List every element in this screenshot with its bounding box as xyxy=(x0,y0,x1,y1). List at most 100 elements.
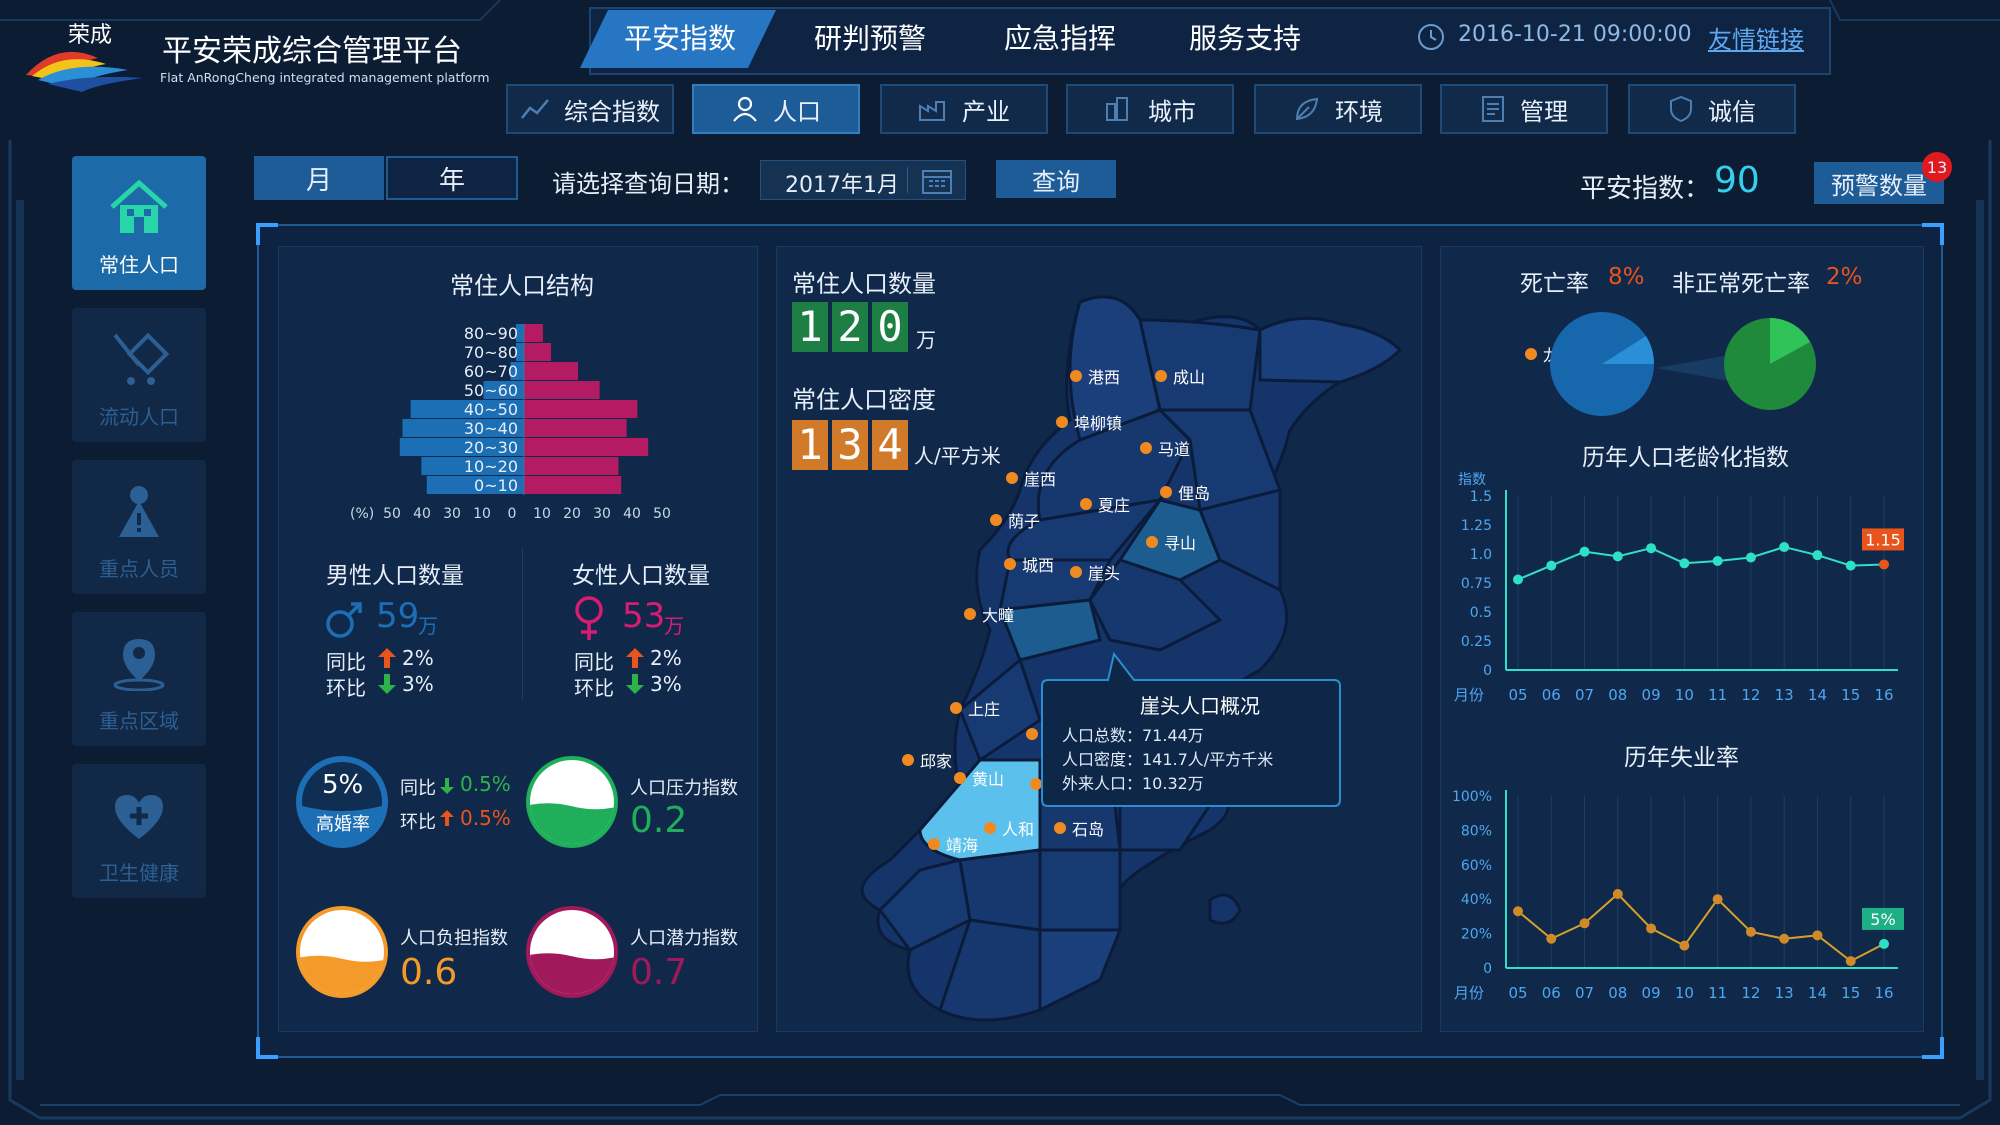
tab-year[interactable]: 年 xyxy=(386,156,518,200)
subtab-environment[interactable]: 环境 xyxy=(1254,84,1422,134)
subtab-label: 产业 xyxy=(962,97,1010,126)
subtab-industry[interactable]: 产业 xyxy=(880,84,1048,134)
chart-y-tick: 100% xyxy=(1452,789,1492,805)
potential-index-value: 0.7 xyxy=(630,952,688,993)
male-mom-label: 环比 xyxy=(326,676,366,700)
map-town[interactable]: 大疃 xyxy=(964,602,1014,626)
marriage-mom-label: 环比 xyxy=(400,812,436,833)
death-rate-label: 死亡率 xyxy=(1520,271,1589,297)
chart-x-tick: 05 xyxy=(1508,984,1527,1002)
subtab-label: 诚信 xyxy=(1708,97,1756,126)
map-town-label: 崖西 xyxy=(1024,470,1057,489)
luggage-icon xyxy=(113,332,169,385)
safety-index-label: 平安指数： xyxy=(1580,174,1711,204)
subtab-composite-index[interactable]: 综合指数 xyxy=(506,84,674,134)
map-town[interactable]: 埠柳镇 xyxy=(1056,410,1122,434)
map-town[interactable]: 俚岛 xyxy=(1160,480,1210,504)
chart-point xyxy=(1745,926,1756,937)
chart-point xyxy=(1612,551,1623,562)
map-town[interactable]: 马道 xyxy=(1140,436,1190,460)
map-town-dot xyxy=(1140,442,1152,454)
subtab-credit[interactable]: 诚信 xyxy=(1628,84,1796,134)
chart-x-tick: 16 xyxy=(1874,984,1893,1002)
chart-y-tick: 0 xyxy=(1483,961,1492,977)
sidebar-item-key-areas[interactable]: 重点区域 xyxy=(72,612,206,746)
map-town-dot xyxy=(990,514,1002,526)
map-town[interactable]: 城西 xyxy=(1004,552,1054,576)
subtab-city[interactable]: 城市 xyxy=(1066,84,1234,134)
calendar-icon[interactable] xyxy=(921,167,953,195)
chart-x-label: 月份 xyxy=(1454,686,1484,704)
chart-y-tick: 20% xyxy=(1461,927,1492,943)
pyramid-age-label: 30~40 xyxy=(464,419,518,438)
arrow-down-icon xyxy=(440,778,454,794)
query-date-label: 请选择查询日期： xyxy=(552,170,744,198)
map-town[interactable]: 港西 xyxy=(1070,364,1120,388)
nav-tab-safety-index[interactable]: 平安指数 xyxy=(600,10,760,68)
map-town[interactable]: 靖海 xyxy=(928,832,978,856)
sidebar-item-resident-population[interactable]: 常住人口 xyxy=(72,156,206,290)
query-button[interactable]: 查询 xyxy=(996,160,1116,198)
chart-y-label: 指数 xyxy=(1458,472,1486,488)
pyramid-age-label: 80~90 xyxy=(464,324,518,343)
map-town-dot xyxy=(1155,370,1167,382)
tab-month[interactable]: 月 xyxy=(254,156,384,200)
chart-x-label: 月份 xyxy=(1454,984,1484,1002)
pyramid-tick-label: 0 xyxy=(508,506,517,522)
map-town[interactable]: 人和 xyxy=(984,816,1034,840)
map-town[interactable]: 成山 xyxy=(1155,364,1205,388)
map-town-label: 寻山 xyxy=(1164,534,1197,553)
home-icon xyxy=(110,179,168,233)
map-town[interactable]: 黄山 xyxy=(954,766,1004,790)
map-town-label: 人和 xyxy=(1002,820,1035,839)
map-town[interactable]: 寻山 xyxy=(1146,530,1196,554)
map-town[interactable]: 夏庄 xyxy=(1080,492,1130,516)
nav-tab-emergency-command[interactable]: 应急指挥 xyxy=(980,10,1140,68)
subtab-management[interactable]: 管理 xyxy=(1440,84,1608,134)
map-town-label: 夏庄 xyxy=(1098,496,1131,515)
datetime-text: 2016-10-21 09:00:00 xyxy=(1458,22,1692,47)
nav-tab-service-support[interactable]: 服务支持 xyxy=(1165,10,1325,68)
burden-index-gauge xyxy=(296,906,388,998)
heart-plus-icon xyxy=(115,795,163,839)
map-town[interactable]: 石岛 xyxy=(1054,816,1104,840)
subtab-population[interactable]: 人口 xyxy=(692,84,860,134)
male-mom-value: 3% xyxy=(402,672,434,696)
pyramid-tick-label: 10 xyxy=(533,506,551,522)
map-town-label: 靖海 xyxy=(946,836,979,855)
map-town-dot xyxy=(1070,370,1082,382)
chart-x-tick: 08 xyxy=(1608,686,1627,704)
map-town[interactable]: 上庄 xyxy=(950,696,1000,720)
pyramid-tick-label: 40 xyxy=(413,506,431,522)
chart-y-tick: 1.0 xyxy=(1470,547,1492,563)
pyramid-bar-female xyxy=(524,476,622,494)
chart-x-tick: 09 xyxy=(1642,984,1661,1002)
date-picker[interactable]: 2017年1月 xyxy=(760,160,966,200)
chart-y-tick: 40% xyxy=(1461,892,1492,908)
sidebar-item-floating-population[interactable]: 流动人口 xyxy=(72,308,206,442)
map-town[interactable]: 荫子 xyxy=(990,508,1040,532)
nav-tab-analysis-warning[interactable]: 研判预警 xyxy=(790,10,950,68)
pyramid-bar-female xyxy=(524,457,619,475)
death-rate-pies xyxy=(1550,312,1816,416)
map-town[interactable]: 邱家 xyxy=(902,748,952,772)
aging-index-chart: 0 0.25 0.5 0.75 1.0 1.25 1.5指数月份 05 06 07 08 09 10 11… xyxy=(1454,472,1904,704)
map-town-label: 崖头 xyxy=(1088,564,1121,583)
chart-point xyxy=(1679,558,1690,569)
sidebar-item-key-persons[interactable]: 重点人员 xyxy=(72,460,206,594)
structure-title: 常住人口结构 xyxy=(450,272,594,300)
female-unit: 万 xyxy=(664,614,684,638)
map-town[interactable]: 崖西 xyxy=(1006,466,1056,490)
sidebar-item-health[interactable]: 卫生健康 xyxy=(72,764,206,898)
chart-point xyxy=(1513,574,1523,585)
sidebar-label: 卫生健康 xyxy=(99,861,179,885)
chart-x-tick: 16 xyxy=(1874,686,1893,704)
map-town-dot xyxy=(1006,472,1018,484)
chart-point xyxy=(1546,560,1557,571)
map-town[interactable]: 崖头 xyxy=(1070,560,1120,584)
marriage-rate-value: 5% xyxy=(322,770,364,800)
female-mom-label: 环比 xyxy=(574,676,614,700)
subtab-label: 管理 xyxy=(1520,97,1568,126)
sidebar-label: 重点人员 xyxy=(99,557,179,581)
friend-link[interactable]: 友情链接 xyxy=(1708,20,1804,55)
